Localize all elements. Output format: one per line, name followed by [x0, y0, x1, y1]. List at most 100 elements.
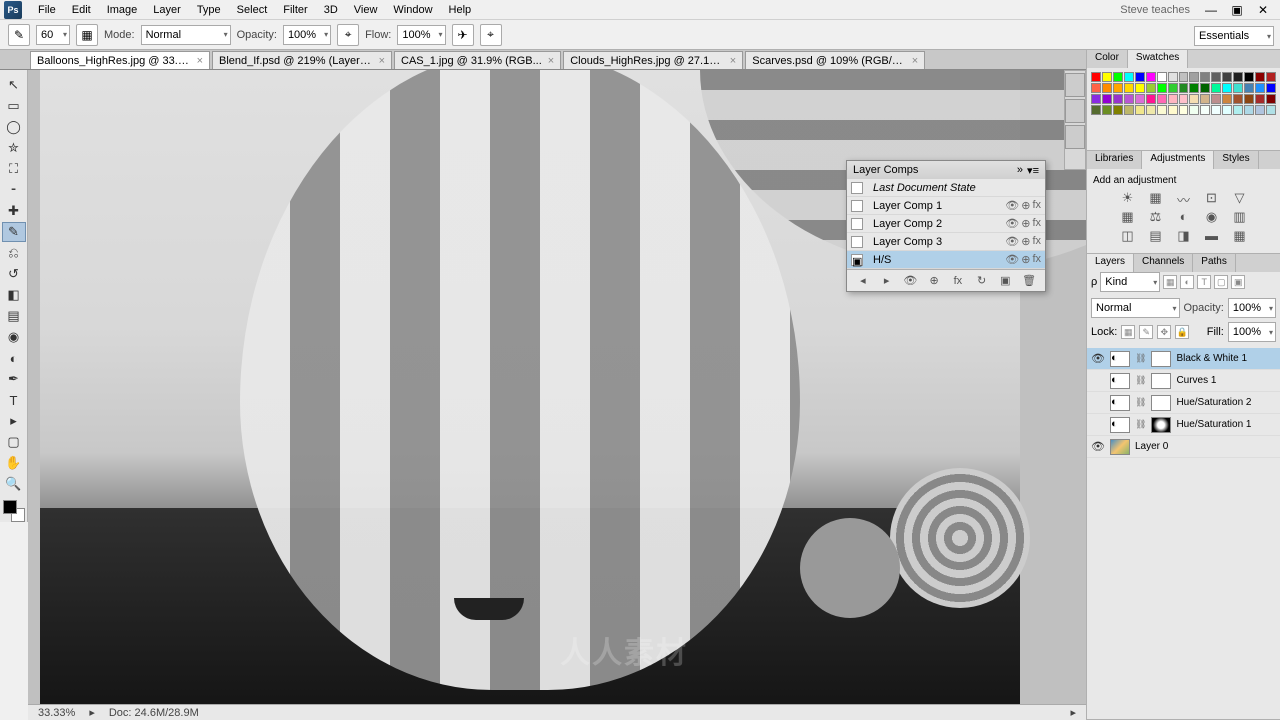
curves-adjustment[interactable]: 〰 [1175, 190, 1193, 206]
visibility-icon[interactable]: 👁 [1005, 199, 1019, 212]
swatch[interactable] [1157, 105, 1167, 115]
layers-tab[interactable]: Layers [1087, 254, 1134, 272]
swatch[interactable] [1124, 83, 1134, 93]
apply-comp-icon[interactable] [851, 218, 863, 230]
swatch[interactable] [1124, 72, 1134, 82]
swatch[interactable] [1168, 83, 1178, 93]
swatch[interactable] [1146, 83, 1156, 93]
brush-tool[interactable]: ✎ [2, 222, 26, 242]
swatch[interactable] [1244, 72, 1254, 82]
airbrush-button[interactable]: ✈ [452, 24, 474, 46]
layer-comp-row[interactable]: ▣H/S👁 ⊕ fx [847, 251, 1045, 269]
mask-thumbnail[interactable] [1151, 351, 1171, 367]
lock-image-icon[interactable]: ✎ [1139, 325, 1153, 339]
menu-3d[interactable]: 3D [316, 2, 346, 18]
visibility-icon[interactable]: 👁 [1005, 217, 1019, 230]
move-tool[interactable]: ↖ [2, 75, 26, 95]
bw-adjustment[interactable]: ◐ [1175, 209, 1193, 225]
swatch[interactable] [1168, 105, 1178, 115]
collapsed-panel-icon[interactable] [1065, 125, 1085, 149]
swatch[interactable] [1222, 105, 1232, 115]
layer-comp-row[interactable]: Layer Comp 1👁 ⊕ fx [847, 197, 1045, 215]
hue-adjustment[interactable]: ▦ [1119, 209, 1137, 225]
apply-comp-icon[interactable]: ▣ [851, 254, 863, 266]
swatch[interactable] [1168, 94, 1178, 104]
visibility-icon[interactable]: 👁 [1005, 253, 1019, 266]
appearance-icon[interactable]: fx [1032, 253, 1041, 266]
spot-heal-tool[interactable]: ✚ [2, 201, 26, 221]
swatch[interactable] [1222, 94, 1232, 104]
mask-thumbnail[interactable] [1151, 417, 1171, 433]
swatch[interactable] [1179, 72, 1189, 82]
collapsed-panels[interactable] [1064, 70, 1086, 170]
minimize-button[interactable]: — [1198, 1, 1224, 19]
marquee-tool[interactable]: ▭ [2, 96, 26, 116]
document-tab[interactable]: Blend_If.psd @ 219% (Layer 2 co...× [212, 51, 392, 69]
swatch[interactable] [1189, 94, 1199, 104]
layer-row[interactable]: 👁◐⛓Black & White 1 [1087, 348, 1280, 370]
quick-select-tool[interactable]: ✮ [2, 138, 26, 158]
pen-tool[interactable]: ✒ [2, 369, 26, 389]
path-select-tool[interactable]: ▸ [2, 411, 26, 431]
swatch[interactable] [1135, 72, 1145, 82]
swatch[interactable] [1146, 72, 1156, 82]
swatch[interactable] [1200, 105, 1210, 115]
swatch[interactable] [1135, 105, 1145, 115]
swatch[interactable] [1266, 94, 1276, 104]
document-tab[interactable]: CAS_1.jpg @ 31.9% (RGB...× [394, 51, 561, 69]
collapsed-panel-icon[interactable] [1065, 73, 1085, 97]
scroll-right-icon[interactable]: ▸ [1070, 706, 1076, 719]
menu-filter[interactable]: Filter [275, 2, 315, 18]
brush-panel-button[interactable]: ▦ [76, 24, 98, 46]
adjustment-thumbnail[interactable]: ◐ [1110, 351, 1130, 367]
filter-adjust-icon[interactable]: ◐ [1180, 275, 1194, 289]
visibility-toggle[interactable]: 👁 [1091, 440, 1105, 453]
menu-select[interactable]: Select [229, 2, 276, 18]
swatch[interactable] [1179, 83, 1189, 93]
swatch[interactable] [1157, 94, 1167, 104]
swatch[interactable] [1222, 83, 1232, 93]
document-tab[interactable]: Balloons_HighRes.jpg @ 33.3% (Black & Wh… [30, 51, 210, 69]
dodge-tool[interactable]: ◐ [2, 348, 26, 368]
layer-row[interactable]: ◐⛓Curves 1 [1087, 370, 1280, 392]
panel-menu-icon[interactable]: ▾≡ [1027, 164, 1039, 177]
swatch[interactable] [1135, 94, 1145, 104]
swatch[interactable] [1113, 72, 1123, 82]
swatch[interactable] [1168, 72, 1178, 82]
swatch[interactable] [1233, 105, 1243, 115]
swatch[interactable] [1255, 83, 1265, 93]
swatch[interactable] [1189, 72, 1199, 82]
history-brush-tool[interactable]: ↺ [2, 264, 26, 284]
swatch[interactable] [1211, 94, 1221, 104]
swatch[interactable] [1157, 72, 1167, 82]
clone-stamp-tool[interactable]: ⎌ [2, 243, 26, 263]
swatch[interactable] [1091, 72, 1101, 82]
gradient-tool[interactable]: ▤ [2, 306, 26, 326]
swatch[interactable] [1091, 83, 1101, 93]
vibrance-adjustment[interactable]: ▽ [1231, 190, 1249, 206]
paths-tab[interactable]: Paths [1193, 254, 1236, 272]
swatch[interactable] [1266, 83, 1276, 93]
tool-preset-icon[interactable]: ✎ [8, 24, 30, 46]
filter-type-icon[interactable]: T [1197, 275, 1211, 289]
swatch[interactable] [1135, 83, 1145, 93]
type-tool[interactable]: T [2, 390, 26, 410]
collapse-icon[interactable]: » [1017, 164, 1023, 176]
mask-thumbnail[interactable] [1151, 395, 1171, 411]
lock-position-icon[interactable]: ✥ [1157, 325, 1171, 339]
swatch[interactable] [1200, 72, 1210, 82]
adjustment-thumbnail[interactable]: ◐ [1110, 417, 1130, 433]
adjustments-tab[interactable]: Adjustments [1142, 151, 1214, 169]
document-tab[interactable]: Clouds_HighRes.jpg @ 27.1% (RGB/8...× [563, 51, 743, 69]
swatch[interactable] [1255, 72, 1265, 82]
zoom-level[interactable]: 33.33% [38, 707, 75, 719]
posterize-adjustment[interactable]: ▤ [1147, 228, 1165, 244]
menu-type[interactable]: Type [189, 2, 229, 18]
position-icon[interactable]: ⊕ [1021, 253, 1030, 266]
swatch[interactable] [1113, 83, 1123, 93]
swatch[interactable] [1189, 83, 1199, 93]
pressure-size-button[interactable]: ⌖ [480, 24, 502, 46]
libraries-tab[interactable]: Libraries [1087, 151, 1142, 169]
swatch[interactable] [1179, 94, 1189, 104]
doc-info-icon[interactable]: ▸ [89, 706, 95, 719]
